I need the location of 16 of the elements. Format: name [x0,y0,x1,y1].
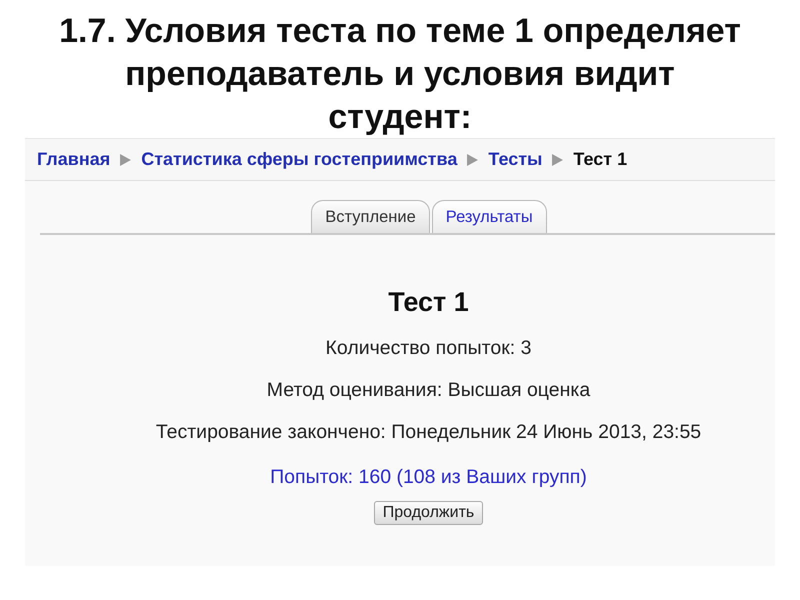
breadcrumb-link[interactable]: Тесты [488,149,542,170]
breadcrumb-link[interactable]: Главная [37,149,110,170]
triangle-icon [467,154,478,166]
breadcrumb-current: Тест 1 [573,149,628,170]
quiz-detail: Метод оценивания: Высшая оценка [266,379,590,402]
slide-title: 1.7. Условия теста по теме 1 определяет преподаватель и условия видит студент: [58,11,742,138]
tab[interactable]: Вступление [311,200,430,233]
tab[interactable]: Результаты [432,200,547,233]
attempts-link[interactable]: Попыток: 160 (108 из Ваших групп) [270,466,587,489]
quiz-detail: Тестирование закончено: Понедельник 24 Июнь 2013, 23:55 [156,421,702,444]
quiz-detail: Количество попыток: 3 [326,337,532,360]
triangle-icon [120,154,132,166]
continue-button[interactable]: Продолжить [374,501,484,525]
breadcrumb-link[interactable]: Статистика сферы гостеприимства [141,149,458,170]
quiz-title: Тест 1 [388,286,469,318]
triangle-icon [552,154,564,166]
